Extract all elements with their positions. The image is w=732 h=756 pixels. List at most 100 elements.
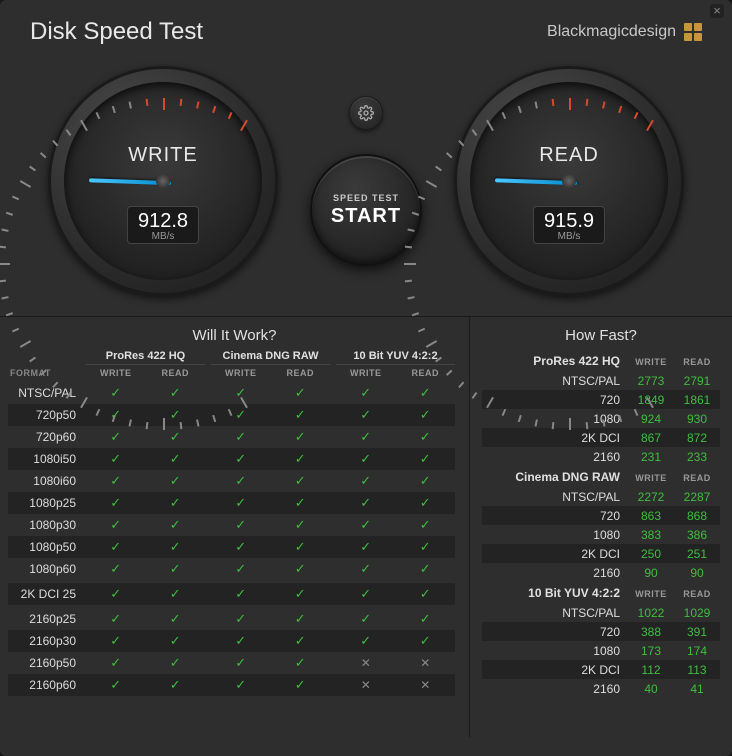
fast-row: 2160231233 [482,447,720,466]
check-icon: ✓ [146,451,206,467]
check-icon: ✓ [396,495,456,511]
check-icon: ✓ [146,561,206,577]
check-icon: ✓ [211,429,271,445]
how-fast-panel: How Fast? ProRes 422 HQWRITEREADNTSC/PAL… [470,317,732,737]
table-row: NTSC/PAL✓✓✓✓✓✓ [8,382,455,404]
format-label: 2160p60 [8,678,86,692]
read-frames: 251 [674,547,720,561]
check-icon: ✓ [86,611,146,627]
check-icon: ✓ [396,451,456,467]
lower-panels: Will It Work? ProRes 422 HQCinema DNG RA… [0,317,732,737]
check-icon: ✓ [336,495,396,511]
check-icon: ✓ [271,429,331,445]
format-label: 1080p50 [8,540,86,554]
write-frames: 1022 [628,606,674,620]
read-gauge: READ 915.9 MB/s [454,66,684,296]
settings-button[interactable] [349,96,383,130]
format-label: 2160 [482,566,628,580]
wr-header: WRITE [86,368,146,378]
format-header: FORMAT [8,368,86,378]
table-row: 1080p30✓✓✓✓✓✓ [8,514,455,536]
check-icon: ✓ [146,655,206,671]
check-icon: ✓ [86,539,146,555]
fast-row: 1080173174 [482,641,720,660]
app-window: × Disk Speed Test Blackmagicdesign WRITE… [0,0,732,756]
fast-row: 21604041 [482,679,720,698]
wr-header: WRITE [336,368,396,378]
check-icon: ✓ [271,407,331,423]
check-icon: ✓ [86,495,146,511]
check-icon: ✓ [211,539,271,555]
check-icon: ✓ [146,385,206,401]
format-label: 1080i60 [8,474,86,488]
table-row: 1080p60✓✓✓✓✓✓ [8,558,455,580]
write-gauge: WRITE 912.8 MB/s [48,66,278,296]
check-icon: ✓ [271,451,331,467]
check-icon: ✓ [146,677,206,693]
read-readout: 915.9 MB/s [533,206,605,244]
write-value: 912.8 [138,210,188,233]
brand-icon [684,23,702,41]
brand-logo: Blackmagicdesign [547,23,702,41]
start-button-pretext: SPEED TEST [333,193,399,203]
start-button-text: START [331,205,401,228]
check-icon: ✓ [271,517,331,533]
fast-row: NTSC/PAL27732791 [482,371,720,390]
format-label: 2160p30 [8,634,86,648]
format-label: 1080p60 [8,562,86,576]
check-icon: ✓ [211,517,271,533]
check-icon: ✓ [396,429,456,445]
fast-row: 2K DCI867872 [482,428,720,447]
check-icon: ✓ [86,586,146,602]
write-frames: 90 [628,566,674,580]
check-icon: ✓ [211,655,271,671]
check-icon: ✓ [146,586,206,602]
fast-row: NTSC/PAL10221029 [482,603,720,622]
fast-row: 720388391 [482,622,720,641]
format-label: 720p60 [8,430,86,444]
read-frames: 174 [674,644,720,658]
codec-header: ProRes 422 HQ [86,350,205,365]
write-frames: 250 [628,547,674,561]
format-label: 1080i50 [8,452,86,466]
check-icon: ✓ [86,655,146,671]
check-icon: ✓ [336,611,396,627]
wr-header: READ [674,357,720,367]
format-label: 1080 [482,644,628,658]
wr-header: READ [146,368,206,378]
check-icon: ✓ [86,677,146,693]
fast-group: 10 Bit YUV 4:2:2WRITEREADNTSC/PAL1022102… [482,586,720,698]
write-frames: 112 [628,663,674,677]
check-icon: ✓ [396,407,456,423]
check-icon: ✓ [211,561,271,577]
close-button[interactable]: × [710,4,724,18]
read-frames: 2287 [674,490,720,504]
format-label: 2160p50 [8,656,86,670]
check-icon: ✓ [336,429,396,445]
x-icon: ✕ [336,678,396,692]
check-icon: ✓ [146,517,206,533]
format-label: NTSC/PAL [482,374,628,388]
format-label: 720 [482,509,628,523]
read-frames: 41 [674,682,720,696]
format-label: NTSC/PAL [482,606,628,620]
check-icon: ✓ [146,539,206,555]
check-icon: ✓ [271,633,331,649]
check-icon: ✓ [211,473,271,489]
wr-header: READ [674,589,720,599]
group-name: ProRes 422 HQ [482,354,628,368]
check-icon: ✓ [271,495,331,511]
check-icon: ✓ [396,473,456,489]
check-icon: ✓ [211,677,271,693]
start-button[interactable]: SPEED TEST START [310,154,422,266]
fast-row: 2K DCI112113 [482,660,720,679]
check-icon: ✓ [336,407,396,423]
check-icon: ✓ [271,677,331,693]
check-icon: ✓ [271,655,331,671]
write-frames: 2773 [628,374,674,388]
read-frames: 391 [674,625,720,639]
check-icon: ✓ [396,586,456,602]
read-value: 915.9 [544,210,594,233]
table-row: 1080i60✓✓✓✓✓✓ [8,470,455,492]
gauges-area: WRITE 912.8 MB/s SPEED TEST START [0,56,732,317]
